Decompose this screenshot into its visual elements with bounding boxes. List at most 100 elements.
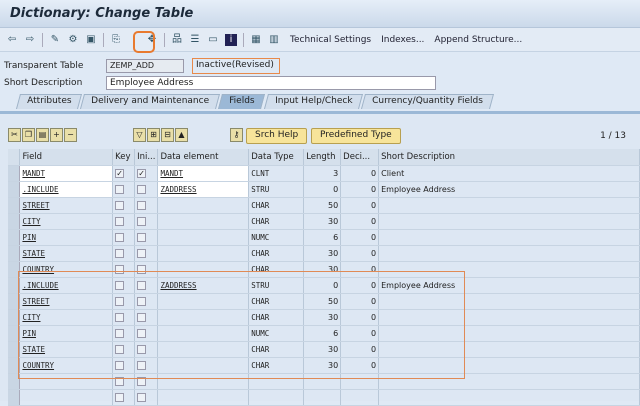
copy-icon[interactable]: ❐ [22, 128, 35, 142]
up-icon[interactable]: ▲ [175, 128, 188, 142]
field-cell[interactable]: COUNTRY [19, 261, 114, 278]
initial-checkbox[interactable] [137, 216, 147, 226]
filter-icon[interactable]: ▽ [133, 128, 146, 142]
data-element-cell[interactable] [157, 245, 250, 262]
window-icon[interactable]: ▭ [207, 34, 219, 46]
key-checkbox[interactable] [115, 296, 125, 306]
field-cell[interactable]: STATE [19, 245, 114, 262]
display-change-icon[interactable]: ✎ [49, 34, 61, 46]
field-cell[interactable] [19, 373, 114, 390]
data-element-cell[interactable] [157, 357, 250, 374]
column-header-length[interactable]: Length [303, 149, 342, 166]
row-selector[interactable] [8, 309, 21, 326]
field-cell[interactable]: PIN [19, 229, 114, 246]
data-element-cell[interactable] [157, 325, 250, 342]
row-selector[interactable] [8, 341, 21, 358]
column-header-data-type[interactable]: Data Type [248, 149, 305, 166]
row-selector[interactable] [8, 293, 21, 310]
field-cell[interactable] [19, 389, 114, 406]
back-arrow-icon[interactable]: ⇦ [6, 34, 18, 46]
short-description-field[interactable]: Employee Address [106, 76, 436, 90]
tab-currency-quantity[interactable]: Currency/Quantity Fields [361, 94, 495, 109]
table-name-field[interactable]: ZEMP_ADD [106, 59, 184, 73]
column-header-decimals[interactable]: Deci... [340, 149, 380, 166]
row-selector[interactable] [8, 229, 21, 246]
initial-checkbox[interactable] [137, 184, 147, 194]
field-cell[interactable]: STATE [19, 341, 114, 358]
row-selector[interactable] [8, 245, 21, 262]
data-element-cell[interactable] [157, 261, 250, 278]
field-cell[interactable]: MANDT [19, 165, 114, 182]
check-icon[interactable]: ⚙ [67, 34, 79, 46]
key-checkbox[interactable] [115, 376, 125, 386]
field-cell[interactable]: STREET [19, 197, 114, 214]
data-element-cell[interactable]: ZADDRESS [157, 181, 250, 198]
row-selector[interactable] [8, 213, 21, 230]
initial-checkbox[interactable] [137, 264, 147, 274]
paste-icon[interactable]: ▤ [36, 128, 49, 142]
tab-input-help[interactable]: Input Help/Check [263, 94, 364, 109]
insert-row-icon[interactable]: + [50, 128, 63, 142]
field-cell[interactable]: PIN [19, 325, 114, 342]
initial-checkbox[interactable] [137, 312, 147, 322]
key-checkbox[interactable] [115, 328, 125, 338]
tab-fields[interactable]: Fields [218, 94, 266, 109]
predefined-type-button[interactable]: Predefined Type [311, 128, 401, 144]
initial-checkbox[interactable] [137, 232, 147, 242]
data-element-cell[interactable] [157, 341, 250, 358]
field-cell[interactable]: STREET [19, 293, 114, 310]
info-icon[interactable]: i [225, 33, 237, 46]
row-selector[interactable] [8, 261, 21, 278]
initial-checkbox[interactable]: ✓ [137, 168, 147, 178]
row-selector[interactable] [8, 181, 21, 198]
row-selector-header[interactable] [8, 149, 21, 166]
initial-checkbox[interactable] [137, 360, 147, 370]
field-cell[interactable]: CITY [19, 213, 114, 230]
key-checkbox[interactable] [115, 312, 125, 322]
key-checkbox[interactable] [115, 216, 125, 226]
key-checkbox[interactable] [115, 264, 125, 274]
column-header-field[interactable]: Field [19, 149, 114, 166]
key-checkbox[interactable] [115, 280, 125, 290]
expand-icon[interactable]: ⊞ [147, 128, 160, 142]
initial-checkbox[interactable] [137, 328, 147, 338]
row-selector[interactable] [8, 165, 21, 182]
row-selector[interactable] [8, 197, 21, 214]
column-header-initial[interactable]: Ini... [134, 149, 159, 166]
row-selector[interactable] [8, 325, 21, 342]
activate-icon[interactable]: ▣ [85, 34, 97, 46]
data-element-cell[interactable]: ZADDRESS [157, 277, 250, 294]
key-checkbox[interactable] [115, 232, 125, 242]
initial-checkbox[interactable] [137, 280, 147, 290]
srch-help-button[interactable]: Srch Help [246, 128, 308, 144]
data-element-cell[interactable] [157, 373, 250, 390]
row-selector[interactable] [8, 277, 21, 294]
initial-checkbox[interactable] [137, 248, 147, 258]
hierarchy-icon[interactable]: 品 [171, 34, 183, 46]
tab-delivery-maintenance[interactable]: Delivery and Maintenance [80, 94, 221, 109]
initial-checkbox[interactable] [137, 376, 147, 386]
key-checkbox[interactable] [115, 248, 125, 258]
key-checkbox[interactable] [115, 360, 125, 370]
data-element-cell[interactable] [157, 293, 250, 310]
column-header-short-description[interactable]: Short Description [378, 149, 640, 166]
row-selector[interactable] [8, 357, 21, 374]
technical-settings-button[interactable]: Technical Settings [290, 35, 371, 45]
data-element-cell[interactable]: MANDT [157, 165, 250, 182]
column-header-key[interactable]: Key [112, 149, 136, 166]
key-checkbox[interactable] [115, 392, 125, 402]
key-checkbox[interactable] [115, 184, 125, 194]
cut-icon[interactable]: ✂ [8, 128, 21, 142]
initial-checkbox[interactable] [137, 200, 147, 210]
table-icon[interactable]: ▥ [268, 34, 280, 46]
tab-attributes[interactable]: Attributes [15, 94, 83, 109]
indexes-button[interactable]: Indexes... [381, 35, 424, 45]
delete-row-icon[interactable]: − [64, 128, 77, 142]
data-element-cell[interactable] [157, 229, 250, 246]
key-icon[interactable]: ⚷ [230, 128, 243, 142]
data-element-cell[interactable] [157, 213, 250, 230]
initial-checkbox[interactable] [137, 392, 147, 402]
field-cell[interactable]: CITY [19, 309, 114, 326]
key-checkbox[interactable] [115, 344, 125, 354]
column-header-data-element[interactable]: Data element [157, 149, 250, 166]
